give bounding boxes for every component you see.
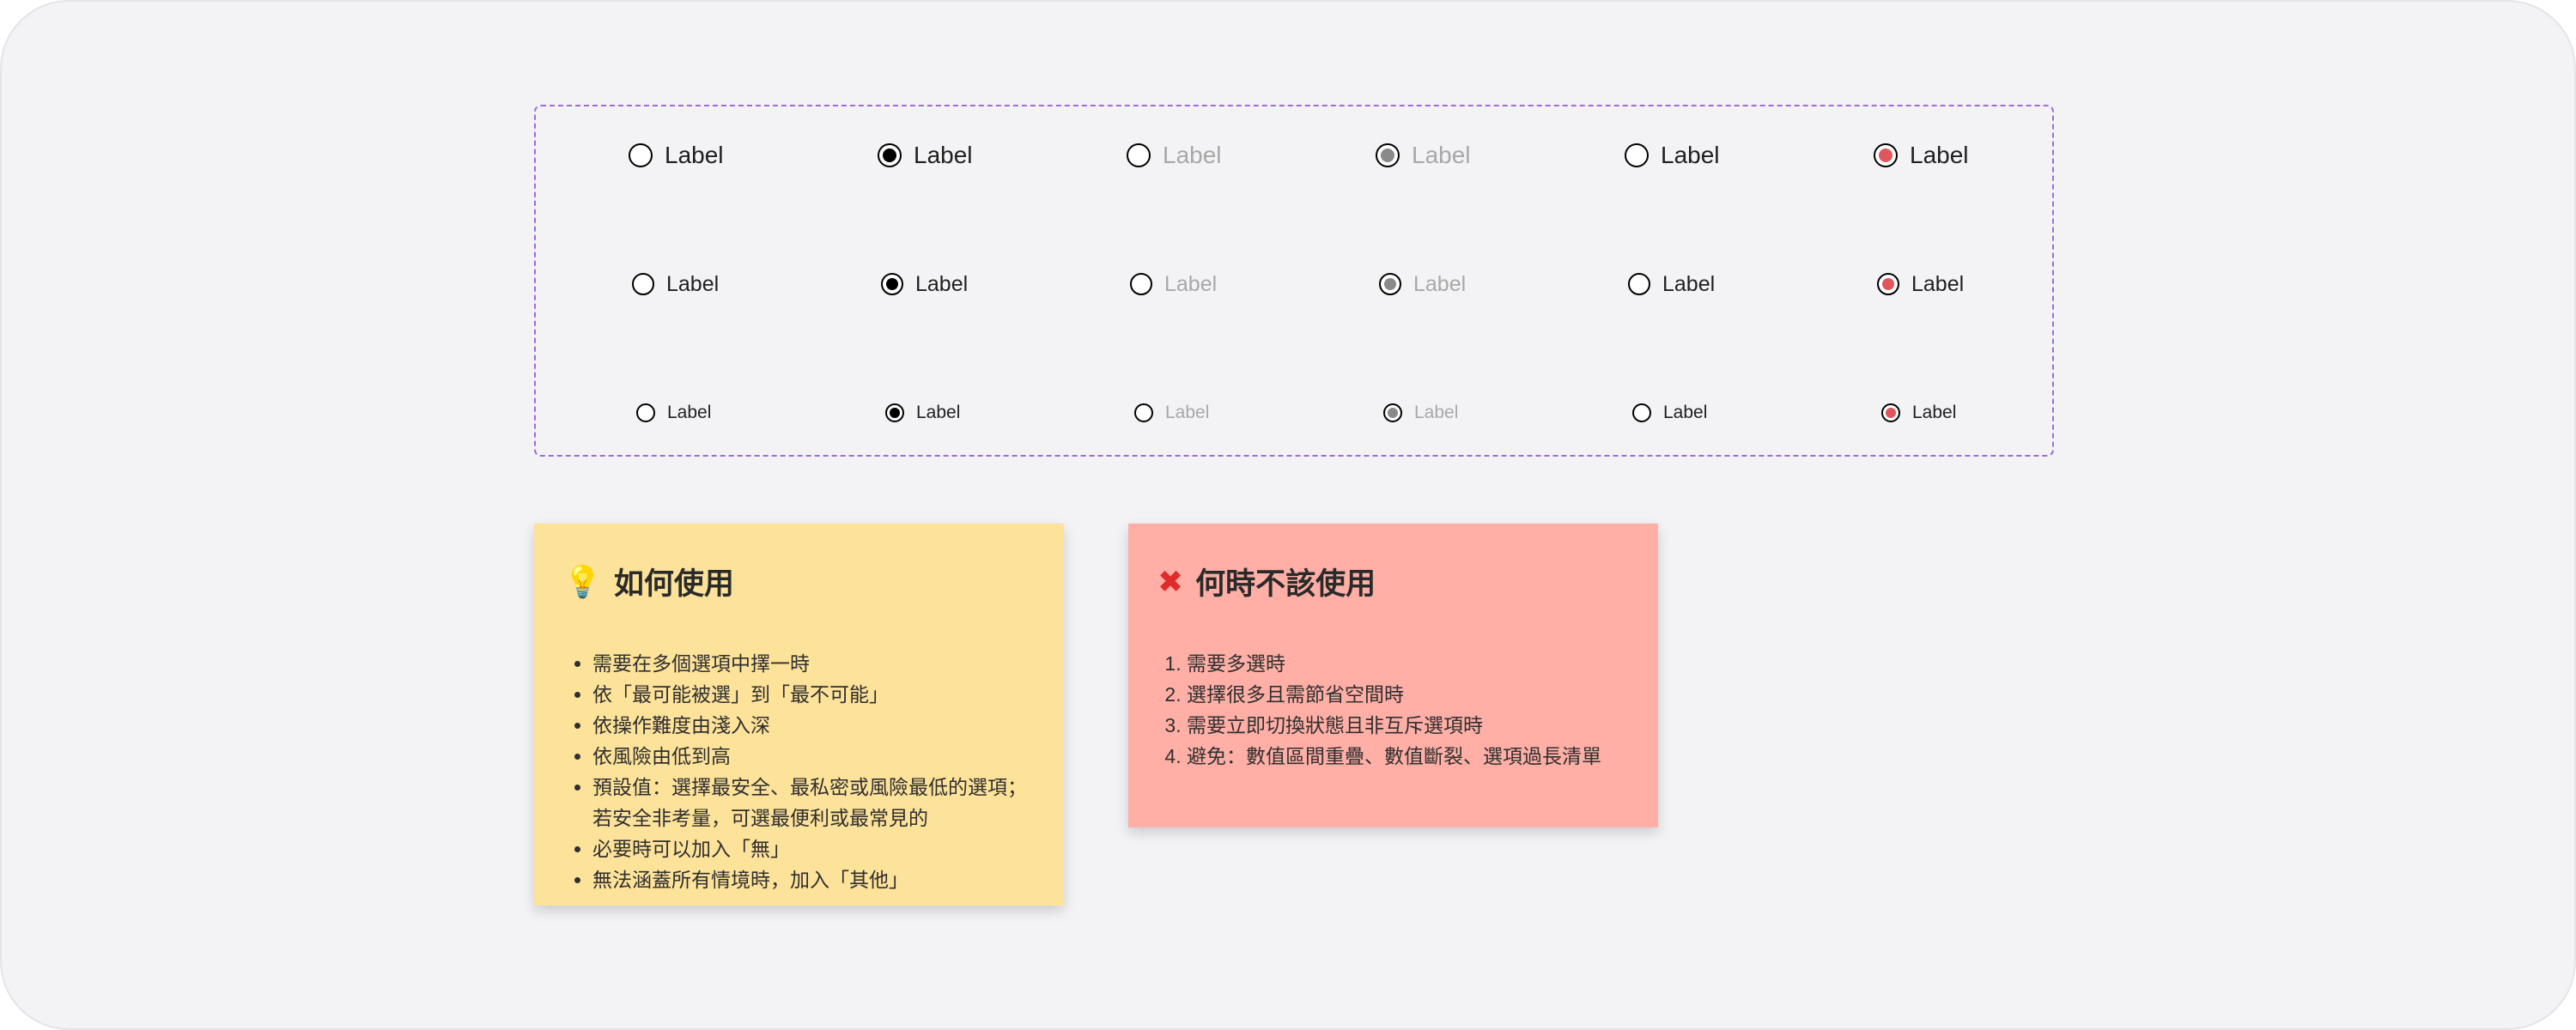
avoid-note: ✖ 何時不該使用 需要多選時 選擇很多且需節省空間時 需要立即切換狀態且非互斥選… [1128,524,1658,827]
radio-selected-icon [1874,143,1898,167]
usage-note-title: 💡 如何使用 [563,560,1035,603]
radio-label: Label [1412,142,1471,168]
radio-label: Label [1164,271,1218,296]
usage-note-title-text: 如何使用 [613,567,734,601]
radio-circle-icon [1632,403,1651,422]
list-item: 無法涵蓋所有情境時，加入「其他」 [592,864,1035,895]
radio-medium-default[interactable]: Label [632,258,719,310]
radio-medium-disabled-selected: Label [1379,258,1466,310]
list-item: 依風險由低到高 [592,741,1035,772]
radio-small-default[interactable]: Label [636,387,711,439]
cross-mark-icon: ✖ [1157,563,1184,599]
radio-small-error[interactable]: Label [1632,387,1707,439]
radio-selected-icon [878,143,902,167]
radio-circle-icon [1625,143,1649,167]
radio-selected-icon [881,273,903,295]
usage-note: 💡 如何使用 需要在多個選項中擇一時 依「最可能被選」到「最不可能」 依操作難度… [534,524,1064,906]
radio-label: Label [915,271,969,296]
radio-row-large: Label Label Label Label Label Label [536,130,2052,181]
radio-medium-disabled: Label [1130,258,1217,310]
radio-circle-icon [632,273,654,295]
lightbulb-icon: 💡 [563,563,602,599]
radio-selected-icon [1383,403,1402,422]
radio-label: Label [1163,142,1222,168]
radio-label: Label [666,271,720,296]
radio-medium-error[interactable]: Label [1628,258,1715,310]
list-item: 依「最可能被選」到「最不可能」 [592,679,1035,710]
list-item: 避免：數值區間重疊、數值斷裂、選項過長清單 [1187,741,1629,772]
canvas-frame: Label Label Label Label Label Label Labe… [0,0,2576,1030]
radio-states-panel: Label Label Label Label Label Label Labe… [534,105,2054,457]
radio-circle-icon [1130,273,1152,295]
radio-label: Label [1911,271,1965,296]
radio-label: Label [1165,403,1210,422]
radio-label: Label [1663,403,1708,422]
radio-selected-icon [1376,143,1400,167]
radio-large-disabled: Label [1127,130,1222,181]
radio-small-disabled: Label [1134,387,1209,439]
list-item: 預設值：選擇最安全、最私密或風險最低的選項；若安全非考量，可選最便利或最常見的 [592,772,1035,833]
radio-circle-icon [629,143,653,167]
radio-label: Label [1662,271,1716,296]
radio-label: Label [1910,142,1969,168]
radio-label: Label [916,403,961,422]
list-item: 需要多選時 [1187,648,1629,679]
list-item: 需要在多個選項中擇一時 [592,648,1035,679]
list-item: 選擇很多且需節省空間時 [1187,679,1629,710]
radio-small-error-selected[interactable]: Label [1881,387,1956,439]
radio-selected-icon [1881,403,1900,422]
radio-circle-icon [1628,273,1650,295]
radio-large-error[interactable]: Label [1625,130,1720,181]
radio-row-small: Label Label Label Label Label Label [536,387,2052,439]
radio-large-error-selected[interactable]: Label [1874,130,1969,181]
radio-label: Label [1413,271,1467,296]
radio-medium-error-selected[interactable]: Label [1877,258,1964,310]
radio-label: Label [667,403,712,422]
radio-selected-icon [885,403,904,422]
radio-selected-icon [1379,273,1401,295]
avoid-list: 需要多選時 選擇很多且需節省空間時 需要立即切換狀態且非互斥選項時 避免：數值區… [1157,648,1629,772]
radio-label: Label [1661,142,1720,168]
radio-medium-selected[interactable]: Label [881,258,968,310]
usage-list: 需要在多個選項中擇一時 依「最可能被選」到「最不可能」 依操作難度由淺入深 依風… [563,648,1035,895]
list-item: 依操作難度由淺入深 [592,710,1035,741]
radio-row-medium: Label Label Label Label Label Label [536,258,2052,310]
radio-circle-icon [1134,403,1153,422]
radio-small-disabled-selected: Label [1383,387,1458,439]
avoid-note-title: ✖ 何時不該使用 [1157,560,1629,603]
radio-circle-icon [1127,143,1151,167]
radio-label: Label [665,142,724,168]
list-item: 需要立即切換狀態且非互斥選項時 [1187,710,1629,741]
radio-label: Label [1414,403,1459,422]
radio-large-disabled-selected: Label [1376,130,1471,181]
radio-small-selected[interactable]: Label [885,387,960,439]
avoid-note-title-text: 何時不該使用 [1195,567,1376,601]
radio-circle-icon [636,403,655,422]
radio-selected-icon [1877,273,1899,295]
radio-large-selected[interactable]: Label [878,130,973,181]
radio-label: Label [914,142,973,168]
radio-label: Label [1912,403,1957,422]
list-item: 必要時可以加入「無」 [592,833,1035,864]
radio-large-default[interactable]: Label [629,130,724,181]
